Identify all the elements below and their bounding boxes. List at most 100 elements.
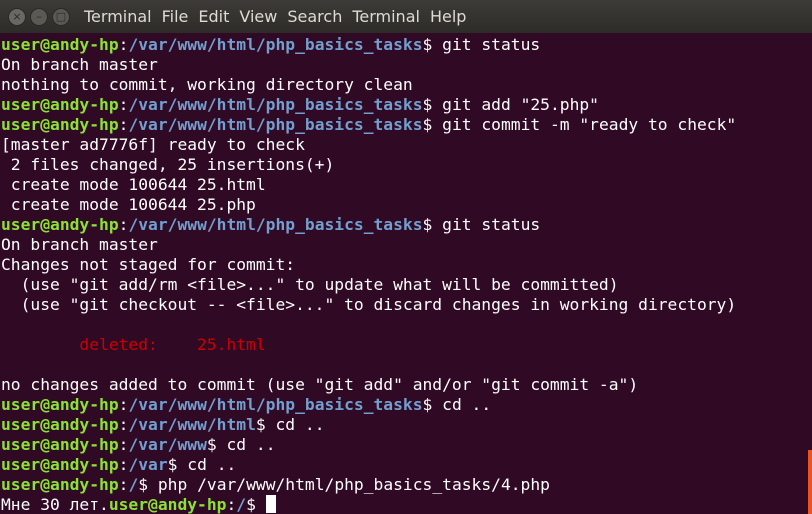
prompt-dollar: $ (422, 115, 433, 134)
prompt-user-host: user@andy-hp (1, 395, 119, 414)
command-text: cd .. (432, 395, 492, 414)
prompt-path: /var/www/html/php_basics_tasks (128, 395, 423, 414)
prompt-colon: : (118, 215, 129, 234)
window-controls: × – □ (0, 7, 80, 26)
command-text: cd .. (265, 415, 325, 434)
prompt-path: /var/www/html (128, 415, 256, 434)
output-line: (use "git checkout -- <file>..." to disc… (1, 295, 808, 315)
prompt-path: /var/www/html/php_basics_tasks (128, 215, 423, 234)
prompt-line: user@andy-hp:/var/www/html/php_basics_ta… (1, 115, 808, 135)
prompt-dollar: $ (255, 415, 266, 434)
scrollbar-thumb[interactable] (808, 450, 812, 514)
output-line: nothing to commit, working directory cle… (1, 75, 808, 95)
prompt-path: /var (128, 455, 168, 474)
command-text: cd .. (216, 435, 276, 454)
prompt-user-host: user@andy-hp (1, 215, 119, 234)
command-text (256, 495, 266, 514)
prompt-user-host: user@andy-hp (1, 475, 119, 494)
prompt-line: user@andy-hp:/var$ cd .. (1, 455, 808, 475)
menu-view[interactable]: View (235, 7, 281, 26)
close-icon[interactable]: × (8, 7, 26, 26)
output-text: create mode 100644 25.php (1, 195, 256, 214)
prompt-colon: : (226, 495, 237, 514)
prompt-line: user@andy-hp:/var/www/html$ cd .. (1, 415, 808, 435)
output-text: (use "git checkout -- <file>..." to disc… (1, 295, 737, 314)
prompt-user-host: user@andy-hp (1, 95, 119, 114)
prompt-user-host: user@andy-hp (1, 415, 119, 434)
menu-search[interactable]: Search (283, 7, 346, 26)
minimize-icon[interactable]: – (30, 7, 48, 26)
output-line: [master ad7776f] ready to check (1, 135, 808, 155)
prompt-dollar: $ (138, 475, 149, 494)
prompt-colon: : (118, 35, 129, 54)
output-text: On branch master (1, 235, 158, 254)
prompt-path: /var/www/html/php_basics_tasks (128, 95, 423, 114)
menu-help[interactable]: Help (426, 7, 470, 26)
menu-terminal[interactable]: Terminal (348, 7, 424, 26)
menu-title-terminal: Terminal (84, 7, 152, 26)
prompt-user-host: user@andy-hp (1, 435, 119, 454)
prompt-path: /var/www/html/php_basics_tasks (128, 35, 423, 54)
prompt-user-host: user@andy-hp (1, 455, 119, 474)
output-line: On branch master (1, 55, 808, 75)
output-text: Changes not staged for commit: (1, 255, 296, 274)
prompt-user-host: user@andy-hp (1, 35, 119, 54)
prompt-dollar: $ (422, 395, 433, 414)
prompt-dollar: $ (422, 215, 433, 234)
output-text: (use "git add/rm <file>..." to update wh… (1, 275, 619, 294)
prompt-dollar: $ (167, 455, 178, 474)
output-text: 2 files changed, 25 insertions(+) (1, 155, 335, 174)
prompt-colon: : (118, 395, 129, 414)
maximize-icon[interactable]: □ (52, 7, 70, 26)
prompt-colon: : (118, 455, 129, 474)
program-output: Мне 30 лет. (1, 495, 109, 514)
prompt-line: user@andy-hp:/$ php /var/www/html/php_ba… (1, 475, 808, 495)
command-text: git commit -m "ready to check" (432, 115, 737, 134)
prompt-dollar: $ (246, 495, 256, 514)
prompt-colon: : (118, 475, 129, 494)
prompt-colon: : (118, 435, 129, 454)
output-text: nothing to commit, working directory cle… (1, 75, 413, 94)
menu-bar: × – □ Terminal File Edit View Search Ter… (0, 0, 812, 33)
prompt-colon: : (118, 115, 129, 134)
output-text: create mode 100644 25.html (1, 175, 266, 194)
output-line: no changes added to commit (use "git add… (1, 375, 808, 395)
prompt-line: user@andy-hp:/var/www$ cd .. (1, 435, 808, 455)
prompt-colon: : (118, 95, 129, 114)
output-text: no changes added to commit (use "git add… (1, 375, 639, 394)
prompt-user-host: user@andy-hp (108, 495, 227, 514)
prompt-path: / (236, 495, 247, 514)
prompt-dollar: $ (206, 435, 217, 454)
prompt-line: user@andy-hp:/var/www/html/php_basics_ta… (1, 95, 808, 115)
output-text: [master ad7776f] ready to check (1, 135, 305, 154)
output-line: create mode 100644 25.html (1, 175, 808, 195)
output-line: deleted: 25.html (1, 335, 808, 355)
prompt-line: user@andy-hp:/var/www/html/php_basics_ta… (1, 395, 808, 415)
command-text: cd .. (177, 455, 237, 474)
menu-file[interactable]: File (158, 7, 193, 26)
menu-edit[interactable]: Edit (194, 7, 233, 26)
output-line: create mode 100644 25.php (1, 195, 808, 215)
prompt-path: / (128, 475, 139, 494)
terminal-window: × – □ Terminal File Edit View Search Ter… (0, 0, 812, 514)
prompt-line: user@andy-hp:/var/www/html/php_basics_ta… (1, 35, 808, 55)
deleted-file-entry: deleted: 25.html (1, 335, 266, 354)
command-text: git add "25.php" (432, 95, 599, 114)
prompt-dollar: $ (422, 95, 433, 114)
prompt-colon: : (118, 415, 129, 434)
prompt-path: /var/www (128, 435, 207, 454)
prompt-dollar: $ (422, 35, 433, 54)
terminal-output[interactable]: user@andy-hp:/var/www/html/php_basics_ta… (0, 33, 808, 514)
output-line: 2 files changed, 25 insertions(+) (1, 155, 808, 175)
command-text: git status (432, 215, 541, 234)
output-line: Changes not staged for commit: (1, 255, 808, 275)
output-line: (use "git add/rm <file>..." to update wh… (1, 275, 808, 295)
prompt-user-host: user@andy-hp (1, 115, 119, 134)
output-text: On branch master (1, 55, 158, 74)
output-line: On branch master (1, 235, 808, 255)
command-text: php /var/www/html/php_basics_tasks/4.php (148, 475, 550, 494)
prompt-path: /var/www/html/php_basics_tasks (128, 115, 423, 134)
prompt-line: user@andy-hp:/var/www/html/php_basics_ta… (1, 215, 808, 235)
